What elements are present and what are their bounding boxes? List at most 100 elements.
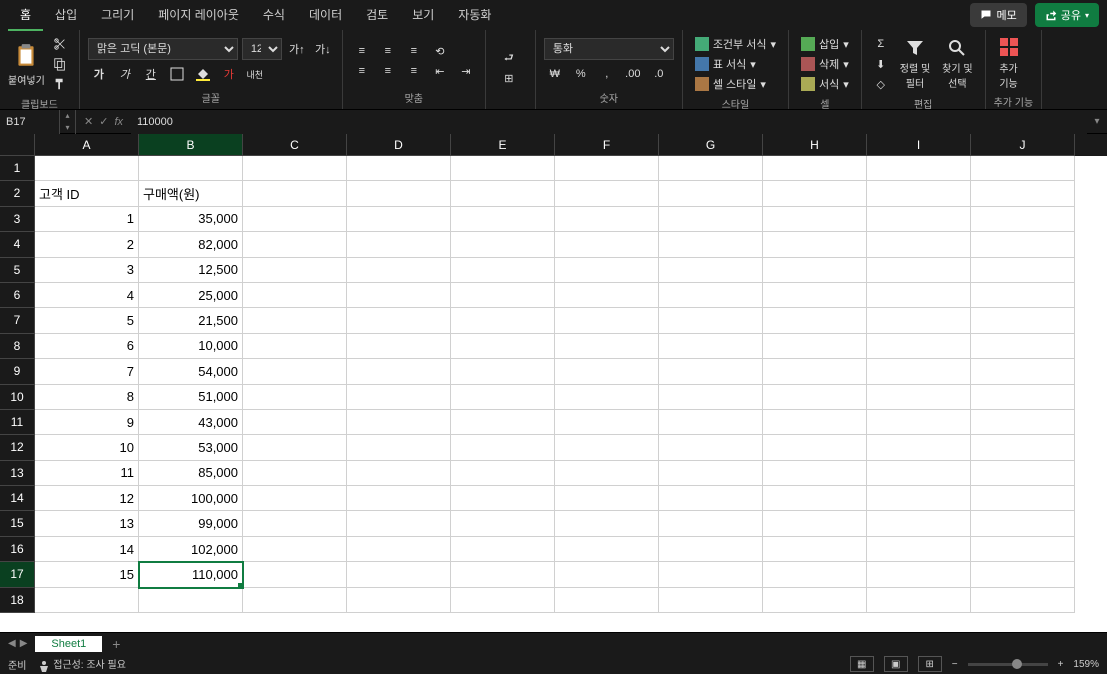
cell-F10[interactable] [555,385,659,410]
cell-C8[interactable] [243,334,347,359]
cell-F15[interactable] [555,511,659,536]
normal-view-button[interactable]: ▦ [850,656,874,672]
name-box[interactable] [0,110,60,134]
cell-E6[interactable] [451,283,555,308]
cell-I15[interactable] [867,511,971,536]
row-header-9[interactable]: 9 [0,359,35,384]
row-header-8[interactable]: 8 [0,334,35,359]
cell-F4[interactable] [555,232,659,257]
cell-E9[interactable] [451,359,555,384]
enter-formula-icon[interactable]: ✓ [99,115,108,128]
cell-J11[interactable] [971,410,1075,435]
cell-J13[interactable] [971,461,1075,486]
cell-B3[interactable]: 35,000 [139,207,243,232]
cell-D7[interactable] [347,308,451,333]
cell-H14[interactable] [763,486,867,511]
cell-H8[interactable] [763,334,867,359]
insert-cells-button[interactable]: 삽입 ▾ [797,34,853,54]
cell-C12[interactable] [243,435,347,460]
cell-J6[interactable] [971,283,1075,308]
cell-B13[interactable]: 85,000 [139,461,243,486]
cell-B12[interactable]: 53,000 [139,435,243,460]
column-header-J[interactable]: J [971,134,1075,156]
cell-J17[interactable] [971,562,1075,587]
number-format-select[interactable]: 통화 [544,38,674,60]
cell-I1[interactable] [867,156,971,181]
cell-I12[interactable] [867,435,971,460]
cell-F11[interactable] [555,410,659,435]
cell-I10[interactable] [867,385,971,410]
cell-I9[interactable] [867,359,971,384]
align-bottom-button[interactable]: ≡ [403,41,425,61]
table-format-button[interactable]: 표 서식 ▾ [691,54,780,74]
cell-G2[interactable] [659,181,763,206]
row-header-1[interactable]: 1 [0,156,35,181]
border-button[interactable] [166,64,188,84]
cell-G15[interactable] [659,511,763,536]
tab-페이지 레이아웃[interactable]: 페이지 레이아웃 [146,0,251,31]
cell-B9[interactable]: 54,000 [139,359,243,384]
cell-A14[interactable]: 12 [35,486,139,511]
fill-color-button[interactable] [192,64,214,84]
row-header-6[interactable]: 6 [0,283,35,308]
cell-H18[interactable] [763,588,867,613]
cell-C4[interactable] [243,232,347,257]
align-right-button[interactable]: ≡ [403,61,425,81]
cell-C1[interactable] [243,156,347,181]
cell-A2[interactable]: 고객 ID [35,181,139,206]
align-top-button[interactable]: ≡ [351,41,373,61]
cell-H7[interactable] [763,308,867,333]
select-all-corner[interactable] [0,134,35,156]
align-middle-button[interactable]: ≡ [377,41,399,61]
cell-I8[interactable] [867,334,971,359]
cell-B10[interactable]: 51,000 [139,385,243,410]
cell-G8[interactable] [659,334,763,359]
row-header-11[interactable]: 11 [0,410,35,435]
find-select-button[interactable]: 찾기 및 선택 [938,36,976,92]
cell-H15[interactable] [763,511,867,536]
merge-button[interactable]: ⊞ [494,69,524,89]
cell-D4[interactable] [347,232,451,257]
cell-E1[interactable] [451,156,555,181]
cell-E7[interactable] [451,308,555,333]
cell-D18[interactable] [347,588,451,613]
zoom-out-button[interactable]: − [952,659,958,670]
cell-F7[interactable] [555,308,659,333]
cell-H5[interactable] [763,258,867,283]
cell-B7[interactable]: 21,500 [139,308,243,333]
cell-F13[interactable] [555,461,659,486]
cell-I17[interactable] [867,562,971,587]
row-header-7[interactable]: 7 [0,308,35,333]
cell-D2[interactable] [347,181,451,206]
cell-B8[interactable]: 10,000 [139,334,243,359]
cell-C3[interactable] [243,207,347,232]
cell-D5[interactable] [347,258,451,283]
cell-J4[interactable] [971,232,1075,257]
cell-D17[interactable] [347,562,451,587]
cell-I4[interactable] [867,232,971,257]
cell-J3[interactable] [971,207,1075,232]
cell-C13[interactable] [243,461,347,486]
cell-C18[interactable] [243,588,347,613]
spreadsheet-grid[interactable]: ABCDEFGHIJ 123456789101112131415161718 고… [0,134,1107,632]
row-header-12[interactable]: 12 [0,435,35,460]
increase-indent-button[interactable]: ⇥ [455,61,477,81]
cell-A9[interactable]: 7 [35,359,139,384]
row-header-16[interactable]: 16 [0,537,35,562]
wrap-text-button[interactable]: ⮐ [494,49,524,69]
cell-D11[interactable] [347,410,451,435]
autosum-button[interactable]: Σ [870,34,892,54]
cell-D12[interactable] [347,435,451,460]
cell-I2[interactable] [867,181,971,206]
cell-F3[interactable] [555,207,659,232]
cell-I3[interactable] [867,207,971,232]
cell-B18[interactable] [139,588,243,613]
cell-F18[interactable] [555,588,659,613]
cell-H1[interactable] [763,156,867,181]
sheet-tab-1[interactable]: Sheet1 [35,636,102,652]
status-accessibility[interactable]: 접근성: 조사 필요 [38,656,126,671]
cell-H9[interactable] [763,359,867,384]
cell-I13[interactable] [867,461,971,486]
cell-C17[interactable] [243,562,347,587]
row-header-4[interactable]: 4 [0,232,35,257]
